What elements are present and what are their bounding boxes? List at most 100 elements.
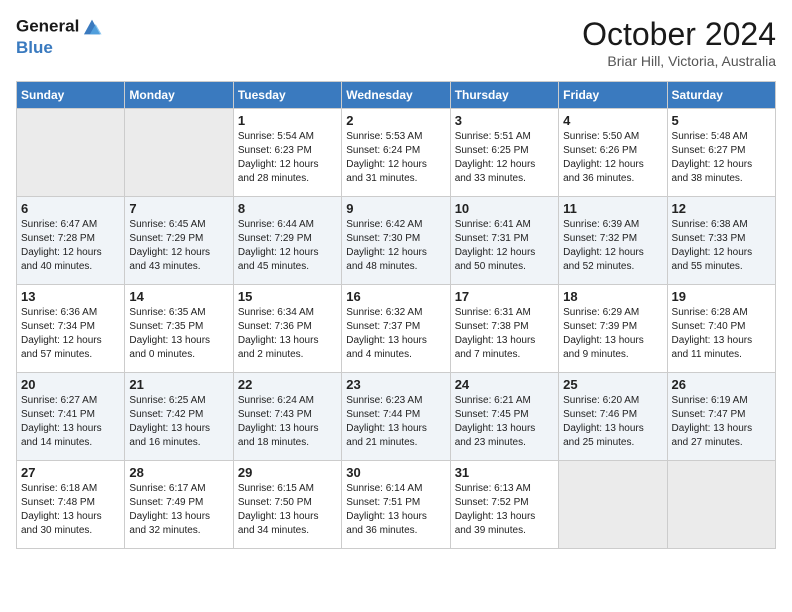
day-info: Sunrise: 5:53 AMSunset: 6:24 PMDaylight:… bbox=[346, 130, 445, 186]
day-cell: 14 Sunrise: 6:35 AMSunset: 7:35 PMDayligh… bbox=[125, 285, 233, 373]
day-info: Sunrise: 6:20 AMSunset: 7:46 PMDaylight:… bbox=[563, 394, 662, 450]
day-number: 27 bbox=[21, 465, 120, 480]
day-number: 24 bbox=[455, 377, 554, 392]
day-cell: 18Sunrise: 6:29 AMSunset: 7:39 PMDayligh… bbox=[559, 285, 667, 373]
day-cell: 31 Sunrise: 6:13 AMSunset: 7:52 PMDayligh… bbox=[450, 461, 558, 549]
day-cell: 12 Sunrise: 6:38 AMSunset: 7:33 PMDayligh… bbox=[667, 197, 775, 285]
header-row: SundayMondayTuesdayWednesdayThursdayFrid… bbox=[17, 82, 776, 109]
day-number: 9 bbox=[346, 201, 445, 216]
logo-line1: General bbox=[16, 16, 79, 35]
day-cell: 24Sunrise: 6:21 AMSunset: 7:45 PMDayligh… bbox=[450, 373, 558, 461]
logo-text: General Blue bbox=[16, 16, 103, 58]
day-number: 6 bbox=[21, 201, 120, 216]
day-info: Sunrise: 6:17 AMSunset: 7:49 PMDaylight:… bbox=[129, 482, 228, 538]
day-number: 30 bbox=[346, 465, 445, 480]
day-cell: 5Sunrise: 5:48 AMSunset: 6:27 PMDaylight… bbox=[667, 109, 775, 197]
day-info: Sunrise: 6:38 AMSunset: 7:33 PMDaylight:… bbox=[672, 218, 771, 274]
logo-line2: Blue bbox=[16, 38, 53, 57]
location: Briar Hill, Victoria, Australia bbox=[582, 53, 776, 69]
day-info: Sunrise: 5:50 AMSunset: 6:26 PMDaylight:… bbox=[563, 130, 662, 186]
day-number: 31 bbox=[455, 465, 554, 480]
day-cell bbox=[125, 109, 233, 197]
week-row-5: 27Sunrise: 6:18 AMSunset: 7:48 PMDayligh… bbox=[17, 461, 776, 549]
day-info: Sunrise: 6:24 AMSunset: 7:43 PMDaylight:… bbox=[238, 394, 337, 450]
day-number: 21 bbox=[129, 377, 228, 392]
day-info: Sunrise: 6:14 AMSunset: 7:51 PMDaylight:… bbox=[346, 482, 445, 538]
day-number: 14 bbox=[129, 289, 228, 304]
day-number: 23 bbox=[346, 377, 445, 392]
day-info: Sunrise: 6:42 AMSunset: 7:30 PMDaylight:… bbox=[346, 218, 445, 274]
day-info: Sunrise: 6:23 AMSunset: 7:44 PMDaylight:… bbox=[346, 394, 445, 450]
day-info: Sunrise: 6:34 AMSunset: 7:36 PMDaylight:… bbox=[238, 306, 337, 362]
day-number: 7 bbox=[129, 201, 228, 216]
day-info: Sunrise: 6:45 AMSunset: 7:29 PMDaylight:… bbox=[129, 218, 228, 274]
day-number: 13 bbox=[21, 289, 120, 304]
day-number: 16 bbox=[346, 289, 445, 304]
logo: General Blue bbox=[16, 16, 103, 58]
day-number: 11 bbox=[563, 201, 662, 216]
day-cell: 30 Sunrise: 6:14 AMSunset: 7:51 PMDayligh… bbox=[342, 461, 450, 549]
day-cell: 16 Sunrise: 6:32 AMSunset: 7:37 PMDayligh… bbox=[342, 285, 450, 373]
day-cell: 10Sunrise: 6:41 AMSunset: 7:31 PMDayligh… bbox=[450, 197, 558, 285]
day-info: Sunrise: 5:54 AMSunset: 6:23 PMDaylight:… bbox=[238, 130, 337, 186]
day-number: 25 bbox=[563, 377, 662, 392]
day-number: 29 bbox=[238, 465, 337, 480]
day-cell: 15 Sunrise: 6:34 AMSunset: 7:36 PMDayligh… bbox=[233, 285, 341, 373]
col-header-tuesday: Tuesday bbox=[233, 82, 341, 109]
logo-icon bbox=[81, 16, 103, 38]
day-number: 15 bbox=[238, 289, 337, 304]
calendar-table: SundayMondayTuesdayWednesdayThursdayFrid… bbox=[16, 81, 776, 549]
day-cell: 9 Sunrise: 6:42 AMSunset: 7:30 PMDaylight… bbox=[342, 197, 450, 285]
day-cell: 17 Sunrise: 6:31 AMSunset: 7:38 PMDayligh… bbox=[450, 285, 558, 373]
col-header-friday: Friday bbox=[559, 82, 667, 109]
day-info: Sunrise: 6:15 AMSunset: 7:50 PMDaylight:… bbox=[238, 482, 337, 538]
day-number: 12 bbox=[672, 201, 771, 216]
day-cell bbox=[17, 109, 125, 197]
day-cell: 7 Sunrise: 6:45 AMSunset: 7:29 PMDaylight… bbox=[125, 197, 233, 285]
day-number: 5 bbox=[672, 113, 771, 128]
day-info: Sunrise: 6:35 AMSunset: 7:35 PMDaylight:… bbox=[129, 306, 228, 362]
day-number: 17 bbox=[455, 289, 554, 304]
day-cell bbox=[559, 461, 667, 549]
day-info: Sunrise: 6:32 AMSunset: 7:37 PMDaylight:… bbox=[346, 306, 445, 362]
day-cell: 20 Sunrise: 6:27 AMSunset: 7:41 PMDayligh… bbox=[17, 373, 125, 461]
day-cell: 11 Sunrise: 6:39 AMSunset: 7:32 PMDayligh… bbox=[559, 197, 667, 285]
day-cell: 22 Sunrise: 6:24 AMSunset: 7:43 PMDayligh… bbox=[233, 373, 341, 461]
col-header-saturday: Saturday bbox=[667, 82, 775, 109]
day-info: Sunrise: 6:36 AMSunset: 7:34 PMDaylight:… bbox=[21, 306, 120, 362]
month-title: October 2024 bbox=[582, 16, 776, 53]
day-cell: 1Sunrise: 5:54 AMSunset: 6:23 PMDaylight… bbox=[233, 109, 341, 197]
day-cell: 2 Sunrise: 5:53 AMSunset: 6:24 PMDaylight… bbox=[342, 109, 450, 197]
day-number: 28 bbox=[129, 465, 228, 480]
day-info: Sunrise: 5:51 AMSunset: 6:25 PMDaylight:… bbox=[455, 130, 554, 186]
day-cell: 19Sunrise: 6:28 AMSunset: 7:40 PMDayligh… bbox=[667, 285, 775, 373]
day-info: Sunrise: 6:13 AMSunset: 7:52 PMDaylight:… bbox=[455, 482, 554, 538]
day-number: 20 bbox=[21, 377, 120, 392]
day-info: Sunrise: 6:28 AMSunset: 7:40 PMDaylight:… bbox=[672, 306, 771, 362]
title-block: October 2024 Briar Hill, Victoria, Austr… bbox=[582, 16, 776, 69]
day-number: 22 bbox=[238, 377, 337, 392]
week-row-2: 6 Sunrise: 6:47 AMSunset: 7:28 PMDaylight… bbox=[17, 197, 776, 285]
day-info: Sunrise: 6:19 AMSunset: 7:47 PMDaylight:… bbox=[672, 394, 771, 450]
page-header: General Blue October 2024 Briar Hill, Vi… bbox=[16, 16, 776, 69]
day-cell bbox=[667, 461, 775, 549]
col-header-thursday: Thursday bbox=[450, 82, 558, 109]
day-info: Sunrise: 6:47 AMSunset: 7:28 PMDaylight:… bbox=[21, 218, 120, 274]
day-number: 2 bbox=[346, 113, 445, 128]
day-cell: 25 Sunrise: 6:20 AMSunset: 7:46 PMDayligh… bbox=[559, 373, 667, 461]
day-info: Sunrise: 6:39 AMSunset: 7:32 PMDaylight:… bbox=[563, 218, 662, 274]
day-number: 26 bbox=[672, 377, 771, 392]
week-row-1: 1Sunrise: 5:54 AMSunset: 6:23 PMDaylight… bbox=[17, 109, 776, 197]
day-info: Sunrise: 6:44 AMSunset: 7:29 PMDaylight:… bbox=[238, 218, 337, 274]
col-header-sunday: Sunday bbox=[17, 82, 125, 109]
col-header-monday: Monday bbox=[125, 82, 233, 109]
day-cell: 4Sunrise: 5:50 AMSunset: 6:26 PMDaylight… bbox=[559, 109, 667, 197]
day-cell: 21 Sunrise: 6:25 AMSunset: 7:42 PMDayligh… bbox=[125, 373, 233, 461]
day-info: Sunrise: 6:31 AMSunset: 7:38 PMDaylight:… bbox=[455, 306, 554, 362]
day-info: Sunrise: 6:41 AMSunset: 7:31 PMDaylight:… bbox=[455, 218, 554, 274]
day-cell: 27Sunrise: 6:18 AMSunset: 7:48 PMDayligh… bbox=[17, 461, 125, 549]
day-info: Sunrise: 6:25 AMSunset: 7:42 PMDaylight:… bbox=[129, 394, 228, 450]
week-row-4: 20 Sunrise: 6:27 AMSunset: 7:41 PMDayligh… bbox=[17, 373, 776, 461]
day-cell: 13 Sunrise: 6:36 AMSunset: 7:34 PMDayligh… bbox=[17, 285, 125, 373]
day-info: Sunrise: 6:27 AMSunset: 7:41 PMDaylight:… bbox=[21, 394, 120, 450]
